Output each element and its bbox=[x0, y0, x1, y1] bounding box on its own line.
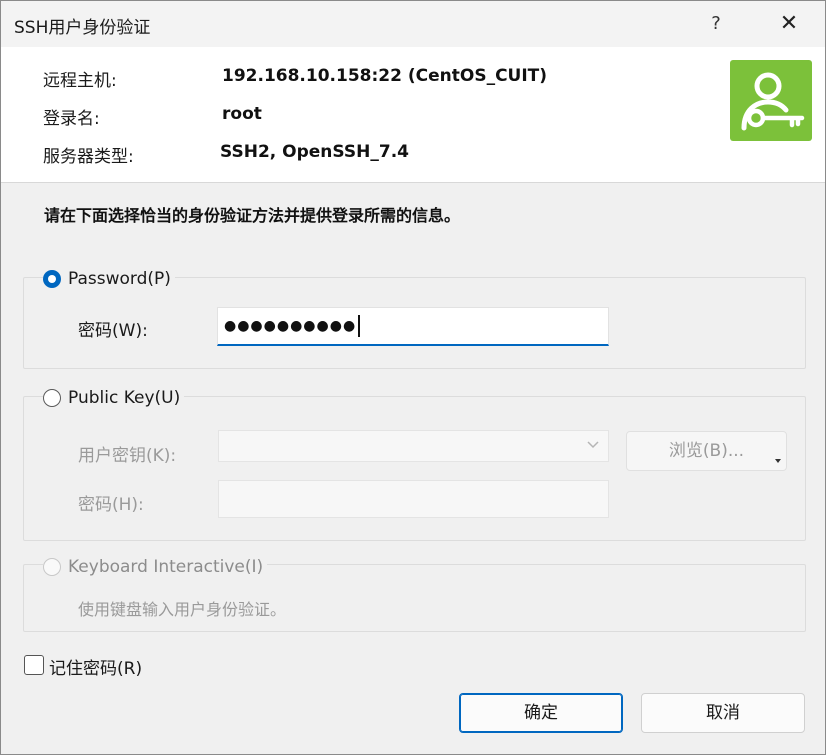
keyboard-interactive-radio-option[interactable]: Keyboard Interactive(I) bbox=[43, 555, 268, 579]
login-name-value: root bbox=[222, 104, 262, 124]
ok-button[interactable]: 确定 bbox=[459, 693, 623, 733]
keyboard-interactive-description: 使用键盘输入用户身份验证。 bbox=[78, 600, 287, 619]
server-type-value: SSH2, OpenSSH_7.4 bbox=[220, 142, 409, 162]
remember-password-label[interactable]: 记住密码(R) bbox=[49, 654, 142, 679]
browse-button[interactable]: 浏览(B)... bbox=[626, 431, 787, 471]
public-key-radio-label: Public Key(U) bbox=[68, 388, 181, 408]
password-radio-option[interactable]: Password(P) bbox=[43, 267, 175, 291]
text-caret bbox=[358, 315, 360, 337]
title-bar: SSH用户身份验证 ? ✕ bbox=[1, 1, 825, 47]
remote-host-value: 192.168.10.158:22 (CentOS_CUIT) bbox=[222, 66, 548, 86]
public-key-radio[interactable] bbox=[43, 389, 61, 407]
password-masked-value: ●●●●●●●●●● bbox=[224, 318, 357, 334]
close-icon: ✕ bbox=[779, 11, 799, 36]
instruction-text: 请在下面选择恰当的身份验证方法并提供登录所需的信息。 bbox=[44, 206, 461, 225]
help-button[interactable]: ? bbox=[701, 9, 731, 39]
password-input[interactable]: ●●●●●●●●●● bbox=[217, 307, 609, 346]
passphrase-input[interactable] bbox=[218, 480, 609, 518]
cancel-button[interactable]: 取消 bbox=[641, 693, 805, 733]
password-radio-label: Password(P) bbox=[68, 269, 171, 289]
dropdown-arrow-icon bbox=[775, 459, 781, 463]
password-radio[interactable] bbox=[43, 270, 61, 288]
dialog-title: SSH用户身份验证 bbox=[14, 18, 151, 38]
keyboard-interactive-radio-label: Keyboard Interactive(I) bbox=[68, 557, 264, 577]
ssh-auth-dialog: SSH用户身份验证 ? ✕ 远程主机: 192.168.10.158:22 (C… bbox=[0, 0, 826, 755]
keyboard-interactive-radio[interactable] bbox=[43, 558, 61, 576]
password-field-label: 密码(W): bbox=[78, 321, 148, 341]
user-key-select[interactable] bbox=[218, 430, 609, 462]
remember-password-checkbox[interactable] bbox=[24, 655, 44, 675]
connection-info-panel: 远程主机: 192.168.10.158:22 (CentOS_CUIT) 登录… bbox=[1, 47, 825, 183]
user-key-label: 用户密钥(K): bbox=[78, 446, 177, 466]
public-key-radio-option[interactable]: Public Key(U) bbox=[43, 386, 185, 410]
remote-host-label: 远程主机: bbox=[43, 71, 117, 91]
passphrase-label: 密码(H): bbox=[78, 495, 144, 515]
server-type-label: 服务器类型: bbox=[43, 147, 134, 167]
chevron-down-icon bbox=[587, 441, 599, 449]
login-name-label: 登录名: bbox=[43, 109, 100, 129]
user-key-icon bbox=[730, 60, 812, 141]
close-button[interactable]: ✕ bbox=[769, 7, 809, 41]
